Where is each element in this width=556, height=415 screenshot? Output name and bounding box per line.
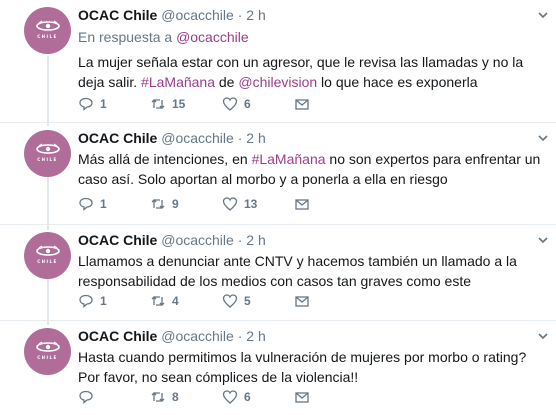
avatar[interactable]: CHILE — [24, 328, 71, 375]
avatar-subtext: CHILE — [37, 259, 58, 264]
timestamp[interactable]: 2 h — [246, 328, 265, 344]
retweet-count: 8 — [172, 390, 179, 404]
direct-message-button[interactable] — [294, 96, 310, 112]
separator-dot: · — [237, 232, 243, 248]
tweet-header: OCAC Chile @ocacchile · 2 h — [78, 231, 544, 249]
tweet-text-part: lo que hace es exponerla — [317, 74, 478, 90]
retweet-icon — [151, 99, 165, 109]
separator-dot: · — [237, 7, 243, 23]
reply-context: En respuesta a @ocacchile — [78, 28, 544, 46]
like-count: 6 — [244, 390, 251, 404]
tweet[interactable]: CHILE OCAC Chile @ocacchile · 2 h En res… — [0, 0, 556, 122]
tweet-text: Más allá de intenciones, en #LaMañana no… — [78, 149, 544, 189]
user-handle[interactable]: @ocacchile — [161, 130, 234, 146]
tweet-text: La mujer señala estar con un agresor, qu… — [78, 52, 544, 92]
direct-message-icon — [295, 199, 309, 210]
reply-count: 1 — [100, 294, 107, 308]
user-handle[interactable]: @ocacchile — [161, 7, 234, 23]
ocac-logo-icon — [35, 245, 60, 256]
avatar-subtext: CHILE — [37, 157, 58, 162]
retweet-button[interactable]: 9 — [150, 196, 179, 212]
ocac-logo-icon — [35, 341, 60, 352]
like-button[interactable]: 6 — [222, 389, 251, 405]
retweet-count: 9 — [172, 197, 179, 211]
timestamp[interactable]: 2 h — [246, 232, 265, 248]
direct-message-icon — [295, 392, 309, 403]
caret-down-icon[interactable] — [536, 233, 550, 247]
direct-message-button[interactable] — [294, 196, 310, 212]
retweet-count: 15 — [172, 97, 186, 111]
reply-icon — [79, 294, 93, 308]
separator-dot: · — [237, 328, 243, 344]
like-button[interactable]: 6 — [222, 96, 251, 112]
tweet-header: OCAC Chile @ocacchile · 2 h — [78, 129, 544, 147]
reply-button[interactable]: 1 — [78, 293, 107, 309]
retweet-icon — [151, 392, 165, 402]
reply-count: 1 — [100, 97, 107, 111]
avatar-subtext: CHILE — [37, 34, 58, 39]
reply-button[interactable]: 1 — [78, 196, 107, 212]
like-button[interactable]: 13 — [222, 196, 257, 212]
ocac-logo-icon — [35, 20, 60, 31]
caret-down-icon[interactable] — [536, 8, 550, 22]
tweet-header: OCAC Chile @ocacchile · 2 h — [78, 327, 544, 345]
reply-button[interactable]: 1 — [78, 96, 107, 112]
tweet-text-part: Más allá de intenciones, en — [78, 151, 252, 167]
timestamp[interactable]: 2 h — [246, 130, 265, 146]
display-name[interactable]: OCAC Chile — [78, 7, 157, 23]
direct-message-button[interactable] — [294, 293, 310, 309]
separator-dot: · — [237, 130, 243, 146]
reply-icon — [79, 197, 93, 211]
like-count: 5 — [244, 294, 251, 308]
like-icon — [222, 197, 238, 211]
like-icon — [222, 390, 238, 404]
tweet-text: Llamamos a denunciar ante CNTV y hacemos… — [78, 253, 517, 289]
caret-down-icon[interactable] — [536, 329, 550, 343]
retweet-count: 4 — [172, 294, 179, 308]
hashtag-link[interactable]: #LaMañana — [252, 151, 326, 167]
like-icon — [222, 294, 238, 308]
avatar[interactable]: CHILE — [24, 130, 71, 177]
tweet[interactable]: CHILE OCAC Chile @ocacchile · 2 h Llamam… — [0, 225, 556, 320]
tweet-header: OCAC Chile @ocacchile · 2 h — [78, 6, 544, 24]
retweet-button[interactable]: 8 — [150, 389, 179, 405]
like-count: 13 — [244, 197, 258, 211]
reply-icon — [79, 97, 93, 111]
reply-prefix: En respuesta a — [78, 29, 173, 45]
display-name[interactable]: OCAC Chile — [78, 130, 157, 146]
ocac-logo-icon — [35, 143, 60, 154]
direct-message-button[interactable] — [294, 389, 310, 405]
tweet-text: Hasta cuando permitimos la vulneración d… — [78, 349, 527, 385]
retweet-icon — [151, 296, 165, 306]
like-count: 6 — [244, 97, 251, 111]
tweet[interactable]: CHILE OCAC Chile @ocacchile · 2 h Más al… — [0, 123, 556, 224]
mention-link[interactable]: @chilevision — [238, 74, 317, 90]
user-handle[interactable]: @ocacchile — [161, 232, 234, 248]
direct-message-icon — [295, 296, 309, 307]
hashtag-link[interactable]: #LaMañana — [141, 74, 215, 90]
reply-count: 1 — [100, 197, 107, 211]
tweet[interactable]: CHILE OCAC Chile @ocacchile · 2 h Hasta … — [0, 321, 556, 415]
retweet-button[interactable]: 15 — [150, 96, 185, 112]
caret-down-icon[interactable] — [536, 131, 550, 145]
reply-button[interactable] — [78, 389, 100, 405]
timestamp[interactable]: 2 h — [246, 7, 265, 23]
reply-mention-link[interactable]: @ocacchile — [176, 29, 249, 45]
tweet-thread: CHILE OCAC Chile @ocacchile · 2 h En res… — [0, 0, 556, 415]
reply-icon — [79, 390, 93, 404]
direct-message-icon — [295, 99, 309, 110]
like-icon — [222, 97, 238, 111]
avatar[interactable]: CHILE — [24, 232, 71, 279]
retweet-button[interactable]: 4 — [150, 293, 179, 309]
avatar-subtext: CHILE — [37, 355, 58, 360]
avatar[interactable]: CHILE — [24, 7, 71, 54]
retweet-icon — [151, 199, 165, 209]
display-name[interactable]: OCAC Chile — [78, 328, 157, 344]
user-handle[interactable]: @ocacchile — [161, 328, 234, 344]
tweet-text-part: de — [215, 74, 239, 90]
like-button[interactable]: 5 — [222, 293, 251, 309]
display-name[interactable]: OCAC Chile — [78, 232, 157, 248]
